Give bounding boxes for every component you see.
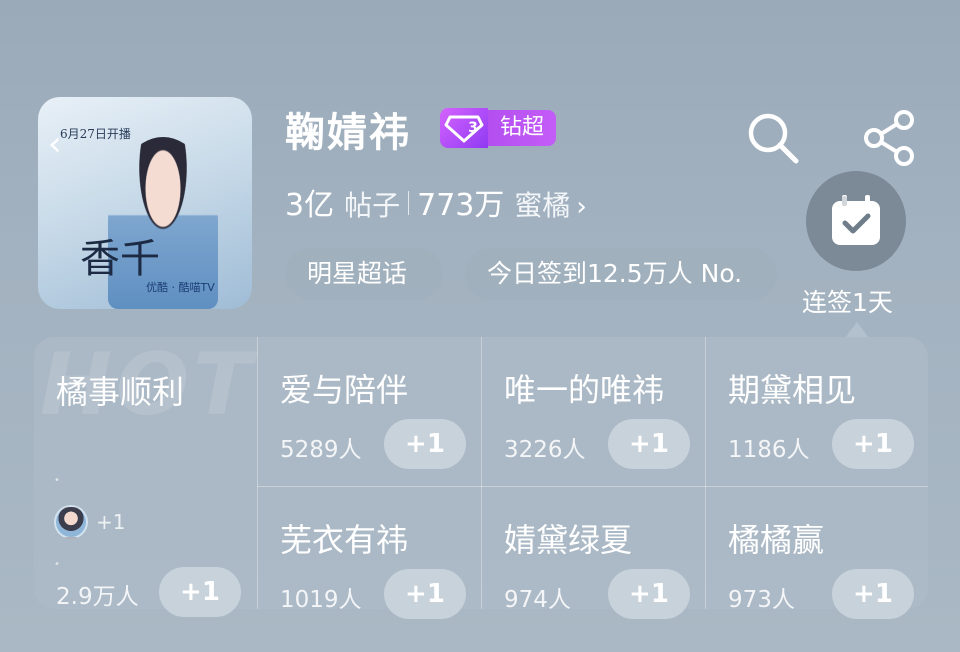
plus-one-button[interactable]: +1 [384, 419, 466, 469]
posts-label: 帖子 [344, 189, 401, 222]
plus-one-button[interactable]: +1 [608, 419, 690, 469]
tile-count: 3226人 [504, 437, 586, 463]
support-tile[interactable]: 唯一的唯祎 3226人 +1 [482, 337, 706, 473]
poster-brand: 优酷 · 酷喵TV [146, 281, 215, 294]
back-chevron-icon[interactable]: ‹ [48, 127, 62, 161]
decor-dot: • [54, 559, 60, 570]
plus-one-button[interactable]: +1 [832, 569, 914, 619]
tile-count: 2.9万人 [56, 584, 139, 610]
checkin-button[interactable] [806, 171, 906, 271]
tile-count: 973人 [728, 587, 795, 613]
fans-label[interactable]: 蜜橘 [514, 184, 570, 224]
plus-one-button[interactable]: +1 [608, 569, 690, 619]
checkin-pointer [845, 322, 869, 338]
tile-count: 1186人 [728, 437, 810, 463]
plus-one-button[interactable]: +1 [159, 567, 241, 617]
tile-name: 期黛相见 [728, 371, 857, 409]
decor-dot: • [54, 475, 60, 486]
plus-one-button[interactable]: +1 [832, 419, 914, 469]
signin-stats-pill[interactable]: 今日签到12.5万人 No. [465, 248, 777, 300]
tile-count: 1019人 [280, 587, 362, 613]
avatar-plus: +1 [96, 510, 126, 534]
poster-calligraphy: 千香 [73, 237, 159, 277]
calendar-check-icon [832, 195, 880, 245]
topic-poster[interactable]: 6月27日开播 千香 ‹ 优酷 · 酷喵TV [38, 97, 252, 309]
search-icon[interactable] [745, 110, 801, 166]
tile-name: 爱与陪伴 [280, 371, 409, 409]
checkin-streak-label: 连签1天 [802, 288, 893, 317]
vip-label: 钻超 [488, 110, 557, 146]
vip-level: 3 [468, 120, 478, 136]
tile-count: 5289人 [280, 437, 362, 463]
tile-name: 橘橘赢 [728, 521, 825, 559]
share-icon[interactable] [862, 110, 918, 166]
fans-chevron-icon[interactable]: › [576, 192, 586, 222]
tile-count: 974人 [504, 587, 571, 613]
avatar [54, 505, 88, 539]
support-tile[interactable]: 期黛相见 1186人 +1 [706, 337, 930, 473]
poster-date-tag: 6月27日开播 [60, 127, 131, 141]
tile-name: 婧黛绿夏 [504, 521, 633, 559]
posts-count: 3亿 [285, 188, 335, 223]
support-tile[interactable]: 婧黛绿夏 974人 +1 [482, 487, 706, 623]
fans-count[interactable]: 773万 [417, 180, 504, 224]
tile-name: 唯一的唯祎 [504, 371, 665, 409]
support-tile[interactable]: 橘橘赢 973人 +1 [706, 487, 930, 623]
tile-name: 芜衣有祎 [280, 521, 409, 559]
diamond-icon: 3 [440, 108, 488, 148]
featured-support-tile[interactable]: 橘事顺利 • +1 • 2.9万人 +1 [34, 337, 256, 617]
stats-divider [408, 191, 410, 215]
tile-name: 橘事顺利 [56, 373, 185, 411]
plus-one-button[interactable]: +1 [384, 569, 466, 619]
support-tile[interactable]: 芜衣有祎 1019人 +1 [258, 487, 482, 623]
vip-badge[interactable]: 3 钻超 [440, 108, 557, 148]
page-title: 鞠婧祎 [285, 110, 411, 156]
topic-stats: 3亿 帖子 773万 蜜橘 › [285, 180, 587, 224]
support-tile[interactable]: 爱与陪伴 5289人 +1 [258, 337, 482, 473]
category-pill[interactable]: 明星超话 [285, 248, 443, 300]
